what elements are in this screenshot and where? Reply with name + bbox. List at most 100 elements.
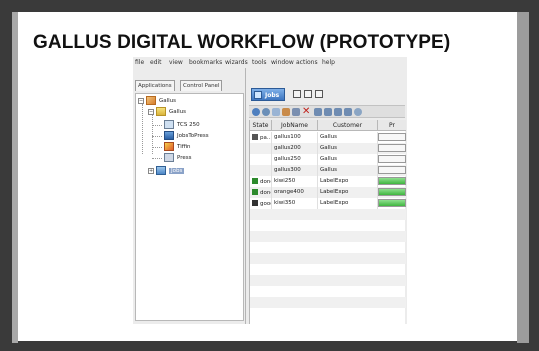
expand-icon[interactable]: + [148,167,154,174]
tree-item-label: TCS 250 [177,121,200,128]
cell-jobname: gallus100 [272,132,318,143]
tab-applications[interactable]: Applications [135,80,175,91]
tree-item-jobs[interactable]: + Jobs [148,165,185,176]
collapse-icon[interactable]: − [148,108,154,115]
press-icon [164,153,174,162]
cell-customer: LabelExpo [318,176,378,187]
cell-jobname: kiwi350 [272,198,318,209]
tree-guide [142,104,143,154]
restore-icon[interactable] [304,90,312,98]
menu-file[interactable]: file [135,59,144,66]
refresh-icon[interactable] [262,108,270,116]
cell-state: done [250,176,272,187]
tree-guide [152,158,162,159]
cell-state: pa... [250,132,272,143]
table-row[interactable]: gallus300 Gallus [250,165,406,176]
frame-left-bar [0,0,12,351]
menu-help[interactable]: help [322,59,335,66]
check-icon [252,178,258,184]
info-icon[interactable] [252,108,260,116]
delete-icon[interactable]: ✕ [302,107,310,117]
cell-state [250,143,272,154]
release-icon[interactable] [334,108,342,116]
tree-item-label: Jobs [169,167,185,174]
jobs-icon [254,91,262,99]
progress-bar [378,199,406,207]
state-text: pa... [260,135,272,141]
tab-jobs-label: Jobs [265,92,280,99]
app-window: file edit view bookmarks wizards tools w… [133,57,407,324]
frame-top-bar [0,0,539,12]
jobs-window-header: Jobs [249,85,405,103]
cell-jobname: gallus200 [272,143,318,154]
table-row[interactable]: pa... gallus100 Gallus [250,132,406,143]
tree-item-label: Tiffin [177,143,191,150]
table-row[interactable]: goodkiwi350LabelExpo [250,198,406,209]
collapse-icon[interactable]: − [138,97,144,104]
print-icon[interactable] [344,108,352,116]
table-row[interactable]: gallus250 Gallus [250,154,406,165]
jobs-icon [156,166,166,175]
close-icon[interactable] [315,90,323,98]
empty-row [250,297,406,308]
state-text: done [260,190,271,196]
empty-row [250,286,406,297]
column-header-progress[interactable]: Pr [378,120,406,131]
tree-item-gallus-root[interactable]: − Gallus [138,95,176,106]
check-icon [252,189,258,195]
properties-icon[interactable] [272,108,280,116]
cell-customer: Gallus [318,143,378,154]
empty-row [250,231,406,242]
menu-bookmarks[interactable]: bookmarks [189,59,222,66]
progress-bar [378,188,406,196]
state-text: done [260,179,271,185]
menu-window[interactable]: window [271,59,294,66]
jobs-table: State JobName Customer Pr pa... gallus100… [249,120,406,324]
approve-icon[interactable] [354,108,362,116]
table-row[interactable]: gallus200 Gallus [250,143,406,154]
menu-wizards[interactable]: wizards [225,59,248,66]
tree-item-gallus-folder[interactable]: − Gallus [148,106,186,117]
cell-customer: LabelExpo [318,198,378,209]
tree-item-label: Press [177,154,192,161]
column-header-state[interactable]: State [250,120,272,131]
jobs-to-press-icon [164,131,174,140]
queue-icon[interactable] [314,108,322,116]
tree-item-tiffin[interactable]: Tiffin [164,141,191,152]
menu-actions[interactable]: actions [296,59,318,66]
copy-icon[interactable] [292,108,300,116]
slide-title: GALLUS DIGITAL WORKFLOW (PROTOTYPE) [33,32,451,53]
workstation-icon [164,120,174,129]
cell-customer: LabelExpo [318,187,378,198]
frame-left-shade [12,12,18,343]
tiff-image-icon [164,142,174,151]
tree-item-tcs250[interactable]: TCS 250 [164,119,200,130]
tree-guide [152,125,162,126]
folder-icon [156,107,166,116]
progress-bar [378,144,406,152]
menu-view[interactable]: view [169,59,183,66]
minimize-icon[interactable] [293,90,301,98]
tree-item-press[interactable]: Press [164,152,191,163]
cell-jobname: orange400 [272,187,318,198]
tab-jobs[interactable]: Jobs [251,88,285,101]
tree-item-jobstopress[interactable]: JobsToPress [164,130,209,141]
tree-item-label: Gallus [169,108,187,115]
menu-tools[interactable]: tools [252,59,267,66]
column-header-jobname[interactable]: JobName [272,120,318,131]
tree-item-label: JobsToPress [177,132,209,139]
jobs-toolbar: ✕ [249,105,405,118]
menu-edit[interactable]: edit [150,59,162,66]
tree-guide [152,136,162,137]
tab-control-panel[interactable]: Control Panel [180,80,223,91]
column-header-customer[interactable]: Customer [318,120,378,131]
frame-right-shade [517,12,529,343]
hold-icon[interactable] [324,108,332,116]
table-row[interactable]: doneorange400LabelExpo [250,187,406,198]
tree-guide [152,114,153,154]
cell-customer: Gallus [318,132,378,143]
import-icon[interactable] [282,108,290,116]
table-row[interactable]: donekiwi250LabelExpo [250,176,406,187]
empty-row [250,308,406,319]
empty-row [250,242,406,253]
